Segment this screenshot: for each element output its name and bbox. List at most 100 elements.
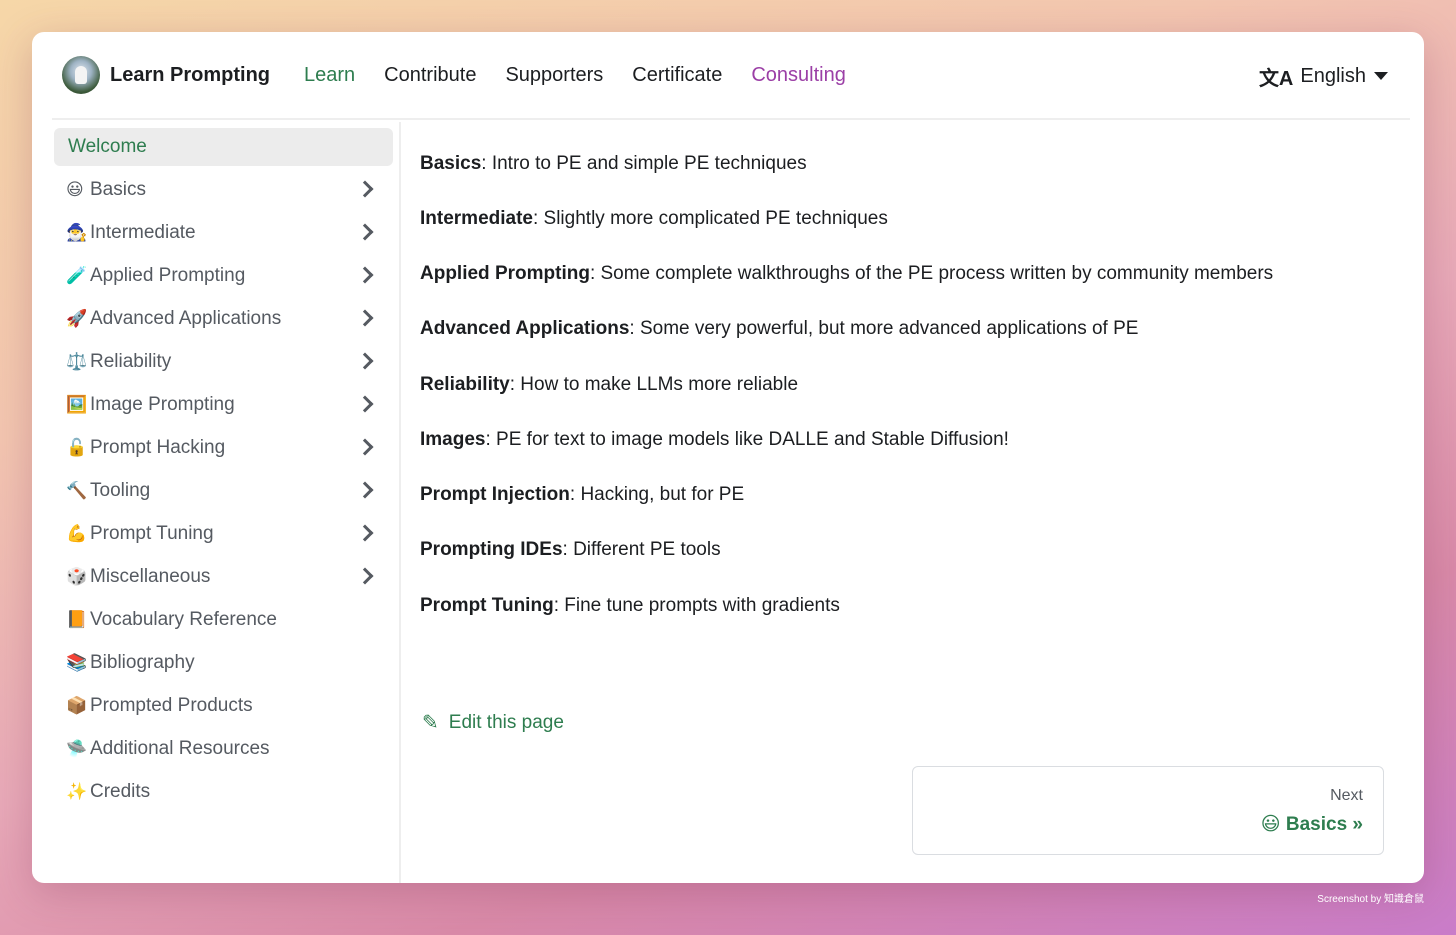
top-navbar: Learn Prompting Learn Contribute Support… bbox=[52, 32, 1410, 120]
description-line: Applied Prompting: Some complete walkthr… bbox=[420, 263, 1273, 285]
balance-scale-icon: ⚖️ bbox=[66, 352, 88, 371]
description-term: Prompt Tuning bbox=[420, 595, 554, 616]
description-line: Prompt Tuning: Fine tune prompts with gr… bbox=[420, 595, 840, 617]
sidebar-item-credits[interactable]: ✨ Credits bbox=[54, 773, 393, 811]
description-term: Applied Prompting bbox=[420, 263, 590, 284]
edit-page-label: Edit this page bbox=[448, 711, 564, 733]
description-text: : Hacking, but for PE bbox=[569, 484, 745, 505]
description-line: Prompting IDEs: Different PE tools bbox=[420, 539, 721, 561]
sidebar-item-label: Image Prompting bbox=[90, 394, 235, 415]
chevron-right-icon[interactable] bbox=[356, 395, 374, 413]
description-line: Images: PE for text to image models like… bbox=[420, 429, 1009, 451]
sidebar-item-label: Tooling bbox=[90, 480, 151, 501]
nav-link-learn[interactable]: Learn bbox=[304, 64, 355, 87]
sidebar-item-intermediate[interactable]: 🧙‍♂️ Intermediate bbox=[54, 214, 393, 252]
description-term: Prompting IDEs bbox=[420, 539, 563, 560]
description-text: : Different PE tools bbox=[562, 539, 721, 560]
chevron-right-icon[interactable] bbox=[356, 352, 374, 370]
sidebar-item-additional-resources[interactable]: 🛸 Additional Resources bbox=[54, 730, 393, 768]
sidebar-item-label: Prompt Tuning bbox=[90, 523, 214, 544]
pencil-icon: ✎ bbox=[422, 712, 439, 734]
framed-picture-icon: 🖼️ bbox=[66, 395, 88, 414]
nav-link-consulting[interactable]: Consulting bbox=[751, 64, 846, 87]
sidebar-item-label: Basics bbox=[90, 179, 146, 200]
nav-link-supporters[interactable]: Supporters bbox=[505, 64, 603, 87]
description-term: Images bbox=[420, 429, 486, 450]
sidebar-item-label: Prompt Hacking bbox=[90, 437, 226, 458]
description-text: : Intro to PE and simple PE techniques bbox=[481, 153, 807, 174]
sidebar: Welcome 😃 Basics 🧙‍♂️ Intermediate 🧪 App… bbox=[52, 122, 401, 883]
smiley-icon: 😃 bbox=[66, 180, 84, 199]
wizard-icon: 🧙‍♂️ bbox=[66, 223, 88, 242]
chevron-right-icon[interactable] bbox=[356, 438, 374, 456]
sidebar-item-tooling[interactable]: 🔨 Tooling bbox=[54, 472, 393, 510]
nav-link-certificate[interactable]: Certificate bbox=[632, 64, 722, 87]
chevron-right-icon[interactable] bbox=[356, 567, 374, 585]
nav-links: Learn Contribute Supporters Certificate … bbox=[304, 64, 875, 87]
sidebar-item-image-prompting[interactable]: 🖼️ Image Prompting bbox=[54, 386, 393, 424]
description-text: : PE for text to image models like DALLE… bbox=[485, 429, 1009, 450]
orange-book-icon: 📙 bbox=[66, 610, 88, 629]
sidebar-item-basics[interactable]: 😃 Basics bbox=[54, 171, 393, 209]
sparkles-icon: ✨ bbox=[66, 782, 88, 801]
sidebar-item-label: Welcome bbox=[68, 136, 147, 157]
description-line: Prompt Injection: Hacking, but for PE bbox=[420, 484, 744, 506]
dice-icon: 🎲 bbox=[66, 567, 88, 586]
description-term: Basics bbox=[420, 153, 482, 174]
language-label: English bbox=[1300, 64, 1366, 87]
sidebar-item-label: Additional Resources bbox=[90, 738, 270, 759]
sidebar-item-miscellaneous[interactable]: 🎲 Miscellaneous bbox=[54, 558, 393, 596]
chevron-right-icon[interactable] bbox=[356, 309, 374, 327]
next-page-button[interactable]: Next 😃 Basics » bbox=[912, 766, 1384, 855]
hammer-icon: 🔨 bbox=[66, 481, 88, 500]
description-line: Intermediate: Slightly more complicated … bbox=[420, 208, 888, 230]
brand-name: Learn Prompting bbox=[110, 63, 271, 86]
description-line: Basics: Intro to PE and simple PE techni… bbox=[420, 153, 807, 175]
sidebar-item-label: Intermediate bbox=[90, 222, 196, 243]
chevron-right-icon[interactable] bbox=[356, 180, 374, 198]
screenshot-credit: Screenshot by 知識倉鼠 bbox=[1317, 894, 1424, 905]
chevron-right-icon[interactable] bbox=[356, 223, 374, 241]
description-term: Intermediate bbox=[420, 208, 533, 229]
flexed-biceps-icon: 💪 bbox=[66, 524, 88, 543]
sidebar-item-reliability[interactable]: ⚖️ Reliability bbox=[54, 343, 393, 381]
rocket-icon: 🚀 bbox=[66, 309, 88, 328]
sidebar-item-label: Vocabulary Reference bbox=[90, 609, 277, 630]
nav-link-contribute[interactable]: Contribute bbox=[384, 64, 476, 87]
sidebar-item-advanced-applications[interactable]: 🚀 Advanced Applications bbox=[54, 300, 393, 338]
sidebar-item-label: Reliability bbox=[90, 351, 172, 372]
chevron-right-icon[interactable] bbox=[356, 266, 374, 284]
sidebar-item-vocabulary-reference[interactable]: 📙 Vocabulary Reference bbox=[54, 601, 393, 639]
brand[interactable]: Learn Prompting bbox=[62, 56, 270, 94]
description-text: : Fine tune prompts with gradients bbox=[553, 595, 840, 616]
description-line: Advanced Applications: Some very powerfu… bbox=[420, 318, 1138, 340]
chevron-right-icon[interactable] bbox=[356, 481, 374, 499]
description-text: : Some very powerful, but more advanced … bbox=[629, 318, 1139, 339]
description-line: Reliability: How to make LLMs more relia… bbox=[420, 374, 798, 396]
description-term: Advanced Applications bbox=[420, 318, 630, 339]
sidebar-item-prompt-hacking[interactable]: 🔓 Prompt Hacking bbox=[54, 429, 393, 467]
flying-saucer-icon: 🛸 bbox=[66, 739, 88, 758]
main-content: Basics: Intro to PE and simple PE techni… bbox=[420, 122, 1424, 883]
sidebar-item-bibliography[interactable]: 📚 Bibliography bbox=[54, 644, 393, 682]
language-dropdown[interactable]: 文A English bbox=[1259, 32, 1388, 120]
description-term: Reliability bbox=[420, 374, 510, 395]
chevron-right-icon[interactable] bbox=[356, 524, 374, 542]
unlocked-icon: 🔓 bbox=[66, 438, 88, 457]
pager-sublabel: Next bbox=[1330, 787, 1363, 804]
browser-window: Learn Prompting Learn Contribute Support… bbox=[32, 32, 1424, 883]
description-term: Prompt Injection bbox=[420, 484, 570, 505]
sidebar-item-prompt-tuning[interactable]: 💪 Prompt Tuning bbox=[54, 515, 393, 553]
sidebar-item-welcome[interactable]: Welcome bbox=[54, 128, 393, 166]
description-text: : Some complete walkthroughs of the PE p… bbox=[589, 263, 1274, 284]
edit-page-link[interactable]: ✎ Edit this page bbox=[422, 710, 564, 735]
brand-logo bbox=[62, 56, 100, 94]
translate-icon: 文A bbox=[1258, 67, 1294, 90]
sidebar-item-applied-prompting[interactable]: 🧪 Applied Prompting bbox=[54, 257, 393, 295]
sidebar-item-label: Bibliography bbox=[90, 652, 195, 673]
package-icon: 📦 bbox=[66, 696, 88, 715]
sidebar-item-label: Advanced Applications bbox=[90, 308, 282, 329]
caret-down-icon bbox=[1374, 72, 1388, 80]
sidebar-item-prompted-products[interactable]: 📦 Prompted Products bbox=[54, 687, 393, 725]
test-tube-icon: 🧪 bbox=[66, 266, 88, 285]
